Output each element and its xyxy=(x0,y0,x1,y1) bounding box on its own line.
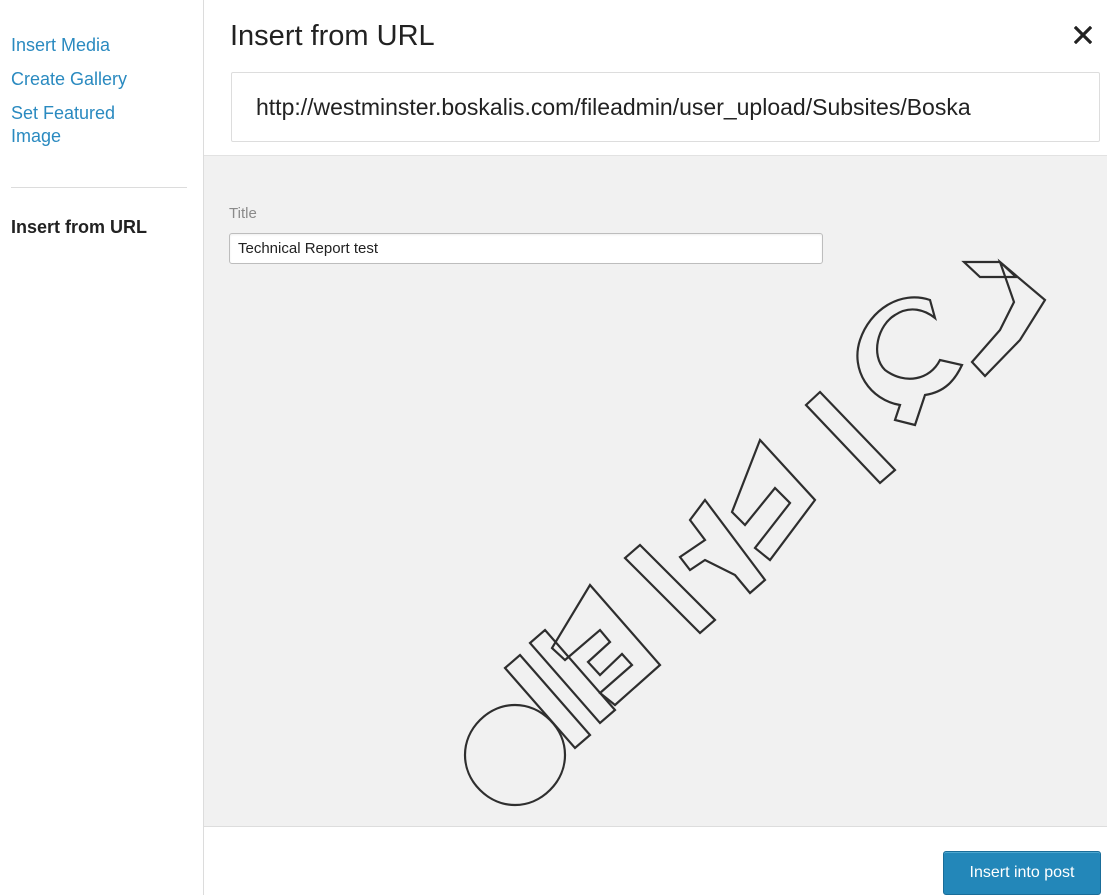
title-label: Title xyxy=(229,205,257,222)
frame-toolbar: Insert into post xyxy=(204,826,1107,896)
close-button[interactable] xyxy=(1068,20,1098,50)
media-frame: Insert from URL Title Insert into post xyxy=(204,0,1107,896)
menu-separator xyxy=(11,187,187,188)
close-icon xyxy=(1074,26,1092,44)
frame-title: Insert from URL xyxy=(230,20,435,52)
embed-settings: Title xyxy=(204,155,1107,827)
menu-item-set-featured-image[interactable]: Set Featured Image xyxy=(11,102,151,148)
menu-item-create-gallery[interactable]: Create Gallery xyxy=(11,68,191,91)
insert-into-post-button[interactable]: Insert into post xyxy=(943,851,1101,895)
menu-item-insert-from-url[interactable]: Insert from URL xyxy=(11,217,147,238)
url-input-wrapper xyxy=(231,72,1100,142)
title-input[interactable] xyxy=(229,233,823,264)
media-sidebar: Insert Media Create Gallery Set Featured… xyxy=(0,0,203,895)
url-input[interactable] xyxy=(232,73,1099,141)
menu-item-insert-media[interactable]: Insert Media xyxy=(11,34,191,57)
media-menu: Insert Media Create Gallery Set Featured… xyxy=(11,34,191,159)
